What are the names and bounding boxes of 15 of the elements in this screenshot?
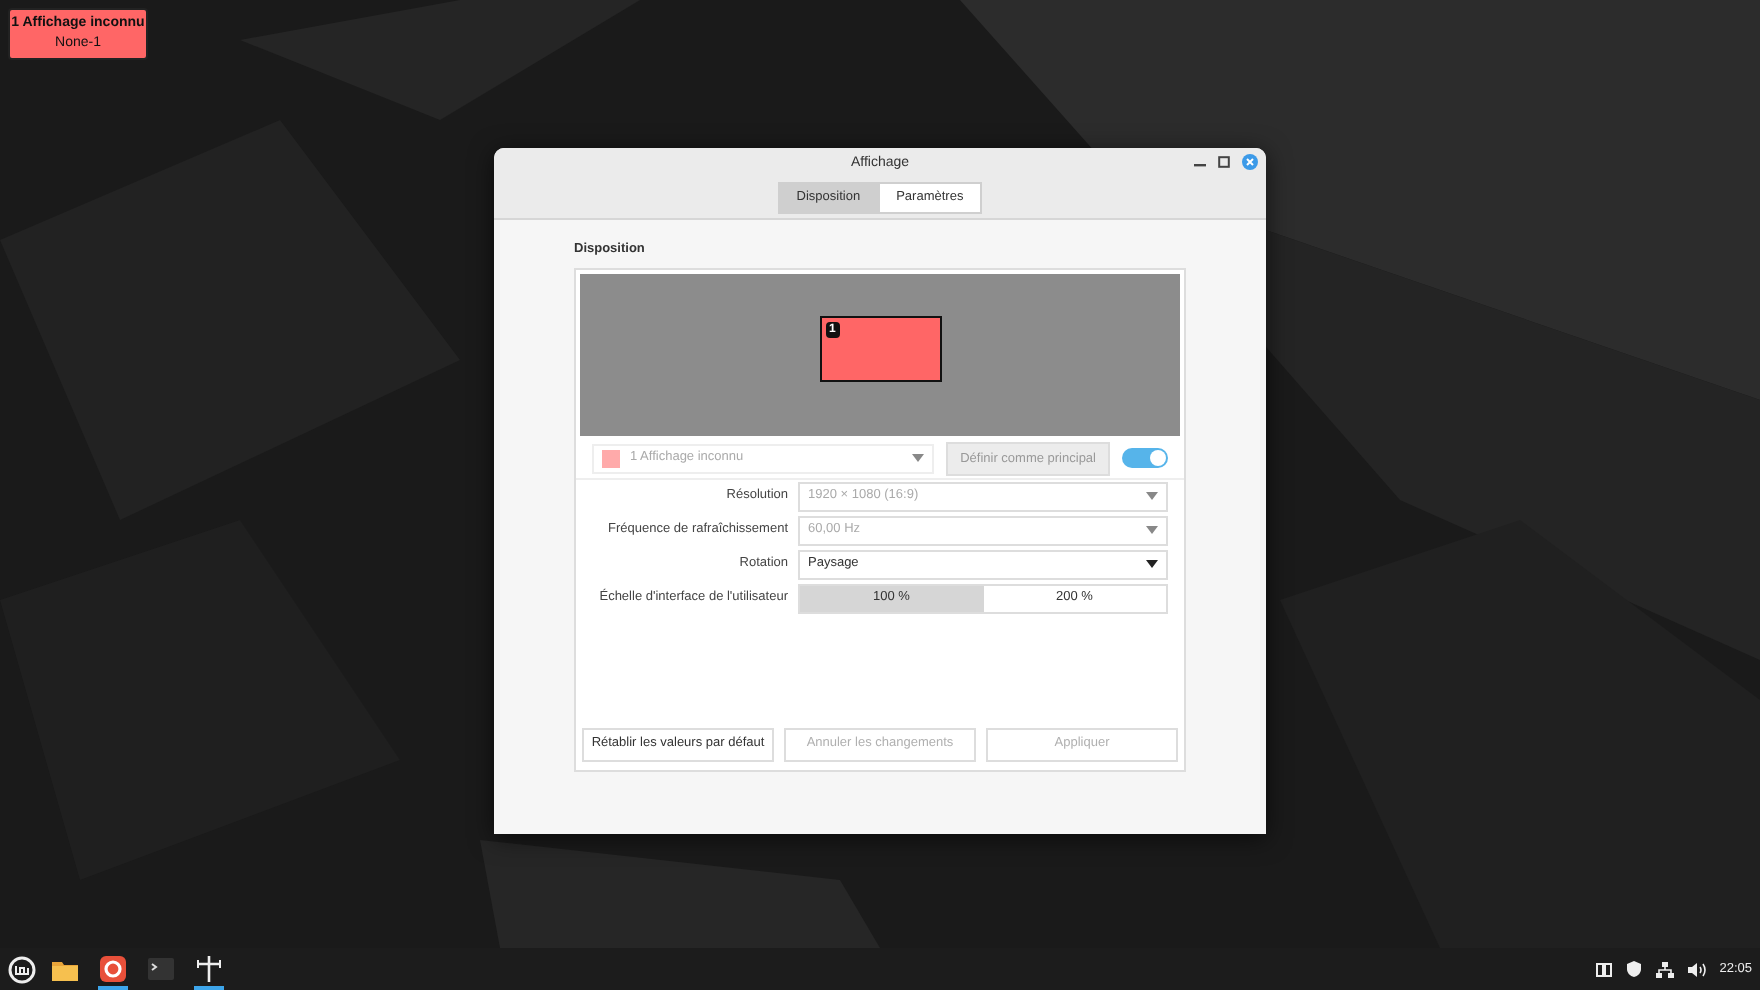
caret-icon [1146,560,1158,569]
menu-icon[interactable] [8,955,36,983]
network-icon[interactable] [1655,961,1674,977]
caret-icon [1146,492,1158,501]
caret-icon [912,454,925,463]
close-icon[interactable] [1242,154,1258,170]
book-icon[interactable] [1595,961,1612,977]
shield-icon[interactable] [1625,960,1642,978]
display-settings-icon[interactable] [194,954,224,984]
caret-icon [1146,526,1158,535]
maximize-icon[interactable] [1218,156,1230,168]
terminal-icon[interactable] [146,954,176,984]
browser-icon[interactable] [98,954,128,984]
volume-icon[interactable] [1687,961,1706,977]
color-swatch [602,449,620,468]
